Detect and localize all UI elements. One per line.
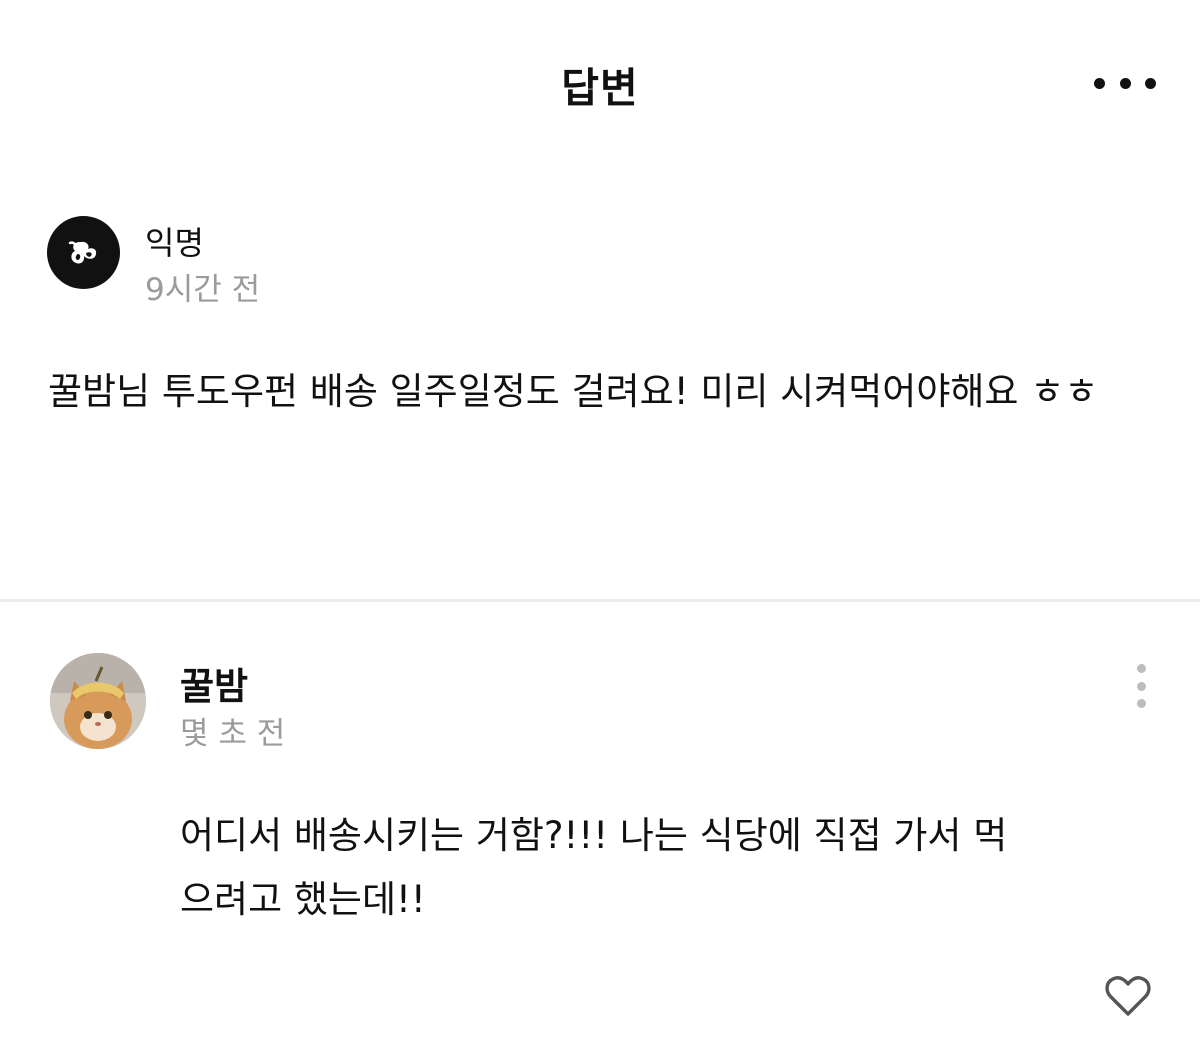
reply-timestamp: 몇 초 전	[180, 716, 286, 752]
more-vertical-icon-dot	[1136, 699, 1146, 708]
section-divider	[0, 599, 1200, 602]
more-vertical-icon-dot	[1136, 681, 1146, 691]
reply-text: 어디서 배송시키는 거함?!!! 나는 식당에 직접 가서 먹으려고 했는데!!	[180, 814, 1008, 921]
top-bar: 답변	[0, 0, 1200, 160]
post-text: 꿀밤님 투도우펀 배송 일주일정도 걸려요! 미리 시켜먹어야해요 ㅎㅎ	[48, 370, 1099, 413]
reply-more-button[interactable]	[1128, 664, 1154, 708]
post-author: 익명	[145, 224, 204, 262]
page-title: 답변	[561, 64, 639, 112]
reply-author: 꿀밤	[180, 665, 249, 708]
anonymous-avatar	[47, 216, 120, 289]
cat-photo-avatar[interactable]	[50, 653, 146, 749]
answer-page: 답변 익명 9시간 전 꿀밤님 투도우펀 배송 일주일정도 걸려요! 미리 시켜…	[0, 0, 1200, 1063]
post-timestamp: 9시간 전	[145, 272, 261, 308]
more-horizontal-icon	[1094, 77, 1105, 89]
more-vertical-icon	[1136, 664, 1146, 673]
anonymous-logo-icon	[68, 240, 96, 264]
like-button[interactable]	[1104, 974, 1152, 1018]
heart-outline-icon	[1105, 976, 1151, 1016]
more-horizontal-icon-dot	[1119, 77, 1131, 89]
more-options-button[interactable]	[1094, 66, 1156, 100]
cat-photo-image	[50, 653, 146, 749]
more-horizontal-icon-dot	[1145, 77, 1156, 89]
